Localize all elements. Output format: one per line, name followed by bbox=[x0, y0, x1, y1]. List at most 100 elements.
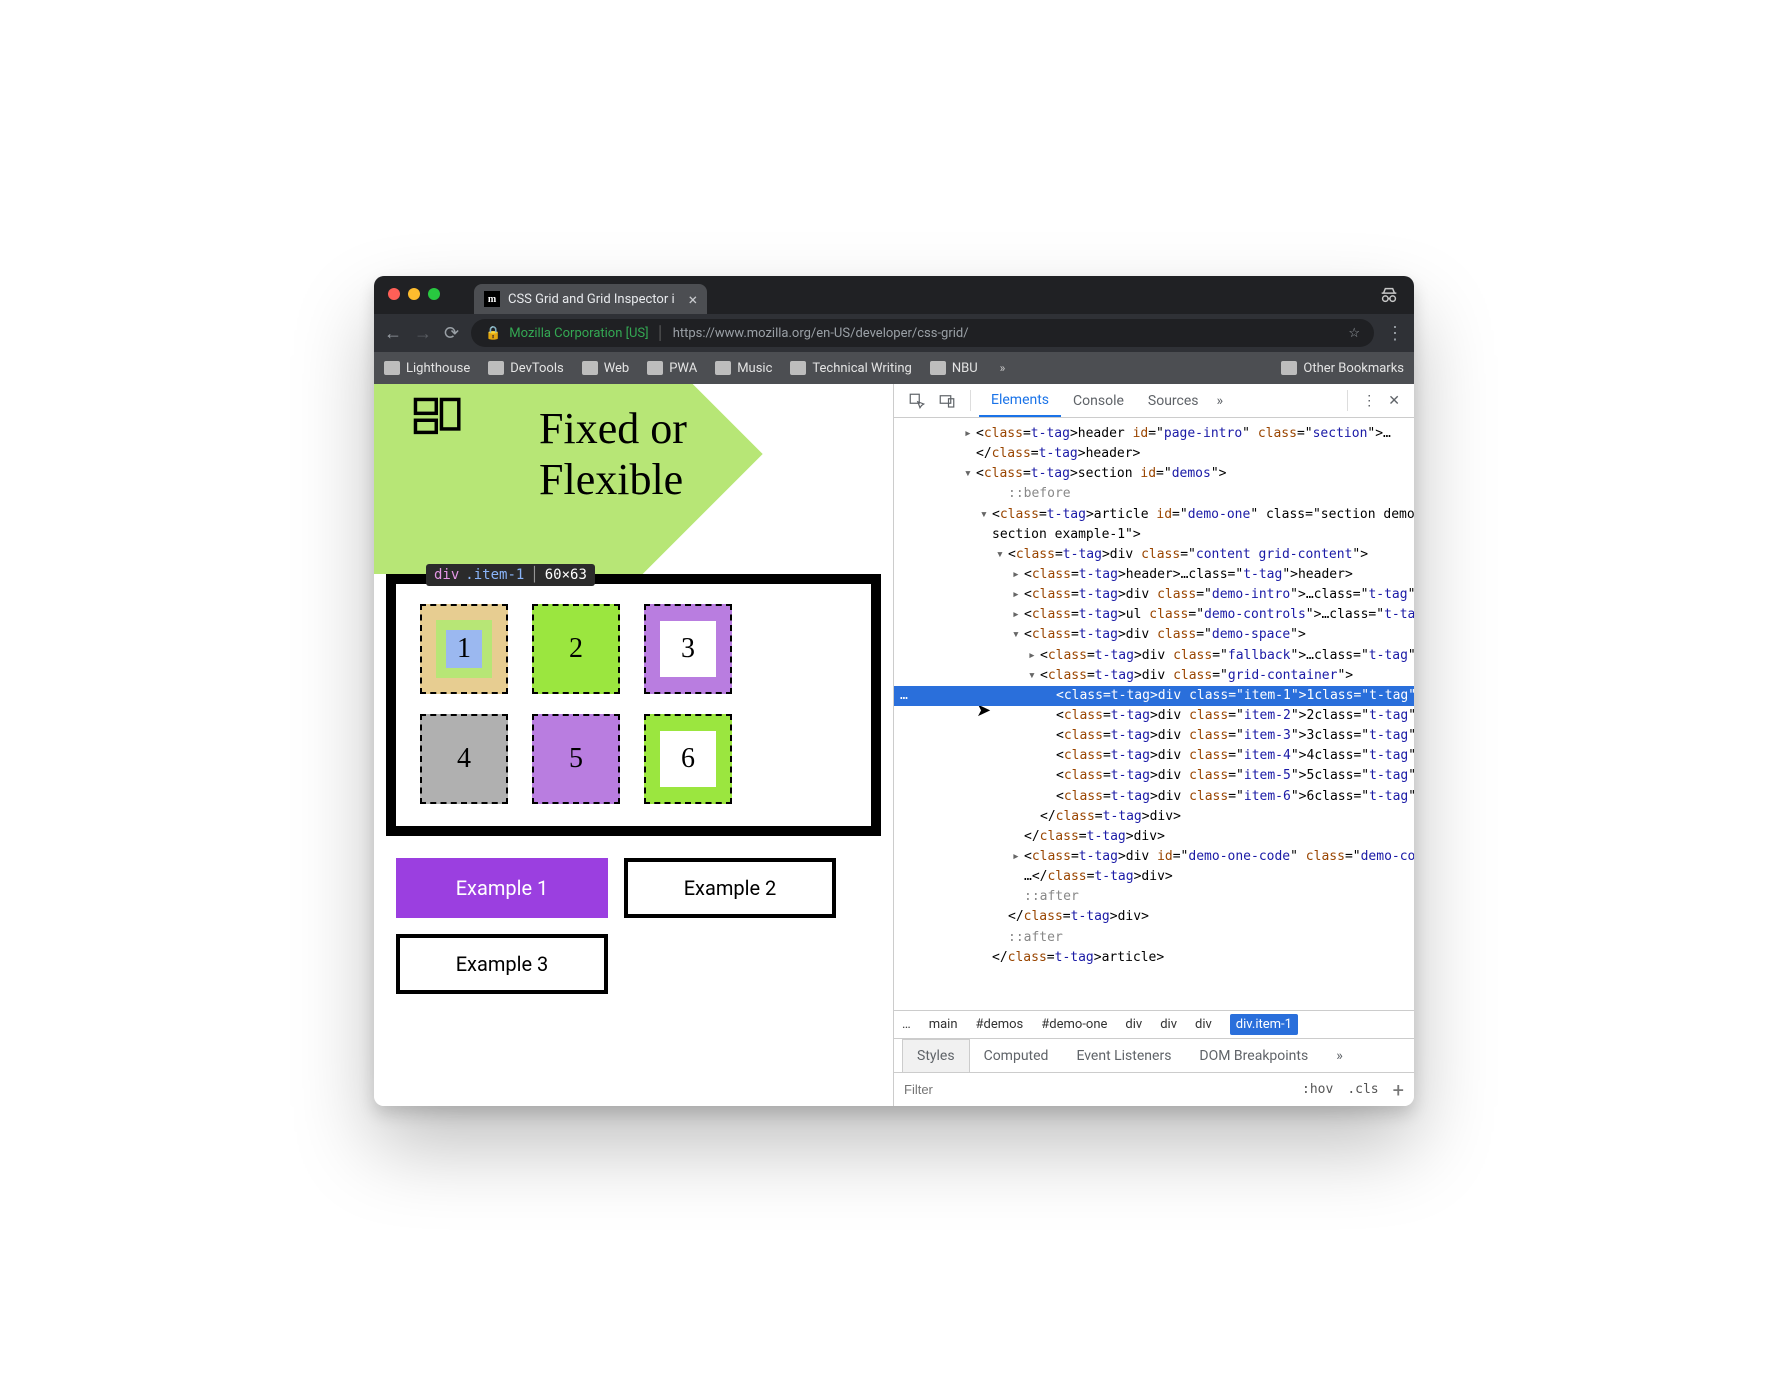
dom-node[interactable]: </class=t-tag>div> bbox=[894, 827, 1414, 847]
dom-node[interactable]: ▾<class=t-tag>div class="content grid-co… bbox=[894, 545, 1414, 565]
devtools-menu-icon[interactable]: ⋮ bbox=[1356, 384, 1382, 417]
grid-item-5[interactable]: 5 bbox=[532, 714, 620, 804]
dom-node[interactable]: ▸<class=t-tag>div id="demo-one-code" cla… bbox=[894, 847, 1414, 867]
tabs-overflow-icon[interactable]: » bbox=[1211, 384, 1230, 417]
browser-menu-icon[interactable]: ⋮ bbox=[1386, 323, 1404, 344]
bookmark-lighthouse[interactable]: Lighthouse bbox=[384, 361, 470, 376]
crumb[interactable]: … bbox=[902, 1017, 911, 1032]
example-2-button[interactable]: Example 2 bbox=[624, 858, 836, 918]
styles-tabs-overflow-icon[interactable]: » bbox=[1322, 1039, 1357, 1072]
security-org: Mozilla Corporation [US] bbox=[509, 326, 648, 341]
dom-node[interactable]: ▸<class=t-tag>ul class="demo-controls">…… bbox=[894, 605, 1414, 625]
url-text: https://www.mozilla.org/en-US/developer/… bbox=[673, 326, 969, 341]
hov-toggle[interactable]: :hov bbox=[1302, 1082, 1333, 1097]
address-bar[interactable]: 🔒 Mozilla Corporation [US] │ https://www… bbox=[471, 319, 1374, 347]
dom-node[interactable]: ▾<class=t-tag>div class="demo-space"> bbox=[894, 625, 1414, 645]
dom-node[interactable]: </class=t-tag>div> bbox=[894, 907, 1414, 927]
styles-tabs: Styles Computed Event Listeners DOM Brea… bbox=[894, 1038, 1414, 1072]
dom-node[interactable]: <class=t-tag>div class="item-5">5class="… bbox=[894, 766, 1414, 786]
dom-tree[interactable]: ▸<class=t-tag>header id="page-intro" cla… bbox=[894, 418, 1414, 1010]
example-1-button[interactable]: Example 1 bbox=[396, 858, 608, 918]
bookmark-web[interactable]: Web bbox=[582, 361, 630, 376]
grid-item-2[interactable]: 2 bbox=[532, 604, 620, 694]
folder-icon bbox=[647, 361, 663, 375]
crumb[interactable]: main bbox=[929, 1017, 958, 1032]
inspect-element-icon[interactable] bbox=[902, 384, 932, 417]
dom-node[interactable]: ::before bbox=[894, 484, 1414, 504]
grid-item-3[interactable]: 3 bbox=[644, 604, 732, 694]
dom-node[interactable]: ::after bbox=[894, 887, 1414, 907]
dom-node[interactable]: ▾<class=t-tag>div class="grid-container"… bbox=[894, 666, 1414, 686]
styles-tab-event-listeners[interactable]: Event Listeners bbox=[1062, 1039, 1185, 1072]
dom-node[interactable]: section example-1"> bbox=[894, 525, 1414, 545]
dom-node[interactable]: </class=t-tag>div> bbox=[894, 807, 1414, 827]
bookmark-pwa[interactable]: PWA bbox=[647, 361, 697, 376]
folder-icon bbox=[715, 361, 731, 375]
forward-button[interactable]: → bbox=[414, 323, 432, 344]
grid-item-4[interactable]: 4 bbox=[420, 714, 508, 804]
dom-node[interactable]: ▾<class=t-tag>section id="demos"> bbox=[894, 464, 1414, 484]
new-style-rule-icon[interactable]: + bbox=[1393, 1078, 1404, 1102]
dom-node[interactable]: ▸<class=t-tag>header>…class="t-tag">head… bbox=[894, 565, 1414, 585]
bookmarks-bar: Lighthouse DevTools Web PWA Music Techni… bbox=[374, 352, 1414, 384]
example-3-button[interactable]: Example 3 bbox=[396, 934, 608, 994]
crumb[interactable]: div bbox=[1125, 1017, 1142, 1032]
device-toolbar-icon[interactable] bbox=[932, 384, 962, 417]
grid-item-1[interactable]: 1 bbox=[420, 604, 508, 694]
dom-node[interactable]: …</class=t-tag>div> bbox=[894, 867, 1414, 887]
browser-tab[interactable]: m CSS Grid and Grid Inspector i × bbox=[474, 284, 707, 314]
toolbar: ← → ⟳ 🔒 Mozilla Corporation [US] │ https… bbox=[374, 314, 1414, 352]
dom-node[interactable]: ▾<class=t-tag>article id="demo-one" clas… bbox=[894, 505, 1414, 525]
tab-close-icon[interactable]: × bbox=[689, 290, 698, 309]
tab-title: CSS Grid and Grid Inspector i bbox=[508, 292, 675, 307]
favicon: m bbox=[484, 291, 500, 307]
folder-icon bbox=[582, 361, 598, 375]
page-title: Fixed or Flexible bbox=[539, 404, 687, 505]
bookmarks-overflow-icon[interactable]: » bbox=[1000, 361, 1006, 375]
other-bookmarks[interactable]: Other Bookmarks bbox=[1281, 361, 1404, 376]
cls-toggle[interactable]: .cls bbox=[1347, 1082, 1378, 1097]
dom-node[interactable]: ▸<class=t-tag>div class="fallback">…clas… bbox=[894, 646, 1414, 666]
dom-node[interactable]: </class=t-tag>header> bbox=[894, 444, 1414, 464]
bookmark-technical-writing[interactable]: Technical Writing bbox=[790, 361, 911, 376]
back-button[interactable]: ← bbox=[384, 323, 402, 344]
breadcrumb: … main #demos #demo-one div div div div.… bbox=[894, 1010, 1414, 1038]
dom-node[interactable]: <class=t-tag>div class="item-4">4class="… bbox=[894, 746, 1414, 766]
bookmark-music[interactable]: Music bbox=[715, 361, 772, 376]
folder-icon bbox=[930, 361, 946, 375]
dom-node[interactable]: </class=t-tag>article> bbox=[894, 948, 1414, 968]
minimize-window-button[interactable] bbox=[408, 288, 420, 300]
close-window-button[interactable] bbox=[388, 288, 400, 300]
reload-button[interactable]: ⟳ bbox=[444, 323, 459, 344]
dom-node[interactable]: <class=t-tag>div class="item-3">3class="… bbox=[894, 726, 1414, 746]
crumb[interactable]: div bbox=[1195, 1017, 1212, 1032]
dom-node-selected[interactable]: … <class=t-tag>div class="item-1">1class… bbox=[894, 686, 1414, 706]
styles-tab-styles[interactable]: Styles bbox=[902, 1039, 970, 1072]
tab-sources[interactable]: Sources bbox=[1136, 384, 1211, 417]
tab-elements[interactable]: Elements bbox=[979, 384, 1061, 417]
dom-node[interactable]: ▸<class=t-tag>div class="demo-intro">…cl… bbox=[894, 585, 1414, 605]
tab-console[interactable]: Console bbox=[1061, 384, 1136, 417]
demo-grid: 1 2 3 4 5 6 bbox=[420, 604, 847, 804]
bookmark-star-icon[interactable]: ☆ bbox=[1348, 326, 1360, 341]
styles-tab-dom-breakpoints[interactable]: DOM Breakpoints bbox=[1185, 1039, 1322, 1072]
styles-tab-computed[interactable]: Computed bbox=[970, 1039, 1063, 1072]
grid-item-6[interactable]: 6 bbox=[644, 714, 732, 804]
dom-node[interactable]: <class=t-tag>div class="item-6">6class="… bbox=[894, 787, 1414, 807]
folder-icon bbox=[488, 361, 504, 375]
folder-icon bbox=[790, 361, 806, 375]
maximize-window-button[interactable] bbox=[428, 288, 440, 300]
crumb[interactable]: #demos bbox=[976, 1017, 1024, 1032]
bookmark-nbu[interactable]: NBU bbox=[930, 361, 978, 376]
styles-filter-input[interactable] bbox=[904, 1082, 1288, 1097]
crumb-active[interactable]: div.item-1 bbox=[1230, 1014, 1298, 1035]
crumb[interactable]: div bbox=[1160, 1017, 1177, 1032]
dom-node[interactable]: ::after bbox=[894, 928, 1414, 948]
devtools-close-icon[interactable]: ✕ bbox=[1382, 384, 1406, 417]
dom-node[interactable]: <class=t-tag>div class="item-2">2class="… bbox=[894, 706, 1414, 726]
example-buttons: Example 1 Example 2 Example 3 bbox=[374, 836, 893, 1016]
folder-icon bbox=[384, 361, 400, 375]
bookmark-devtools[interactable]: DevTools bbox=[488, 361, 563, 376]
crumb[interactable]: #demo-one bbox=[1041, 1017, 1107, 1032]
dom-node[interactable]: ▸<class=t-tag>header id="page-intro" cla… bbox=[894, 424, 1414, 444]
